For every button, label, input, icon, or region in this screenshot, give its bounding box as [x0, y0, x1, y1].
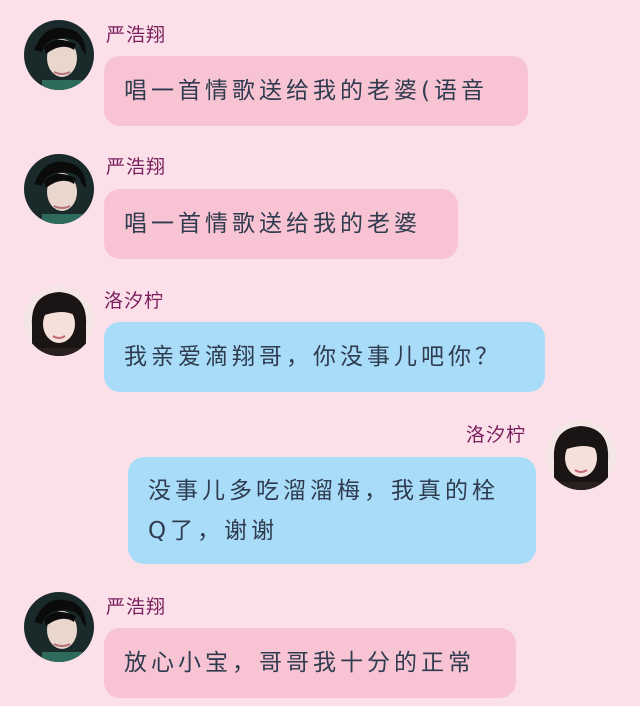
male-avatar-icon [24, 592, 94, 662]
male-avatar-icon [24, 154, 94, 224]
avatar[interactable] [24, 154, 94, 224]
avatar[interactable] [24, 20, 94, 90]
sender-name: 严浩翔 [106, 24, 167, 46]
avatar[interactable] [24, 286, 94, 356]
sender-name: 洛汐柠 [466, 424, 527, 446]
avatar[interactable] [24, 592, 94, 662]
avatar[interactable] [546, 420, 616, 490]
sender-name: 洛汐柠 [104, 290, 165, 312]
message-bubble[interactable]: 唱一首情歌送给我的老婆 [104, 189, 458, 259]
message-bubble[interactable]: 放心小宝，哥哥我十分的正常 [104, 628, 516, 698]
female-avatar-icon [24, 286, 94, 356]
message-bubble[interactable]: 没事儿多吃溜溜梅，我真的栓Q了，谢谢 [128, 457, 536, 564]
message-bubble[interactable]: 唱一首情歌送给我的老婆(语音 [104, 56, 528, 126]
female-avatar-icon [546, 420, 616, 490]
sender-name: 严浩翔 [106, 596, 167, 618]
male-avatar-icon [24, 20, 94, 90]
message-bubble[interactable]: 我亲爱滴翔哥，你没事儿吧你？ [104, 322, 545, 392]
sender-name: 严浩翔 [106, 156, 167, 178]
